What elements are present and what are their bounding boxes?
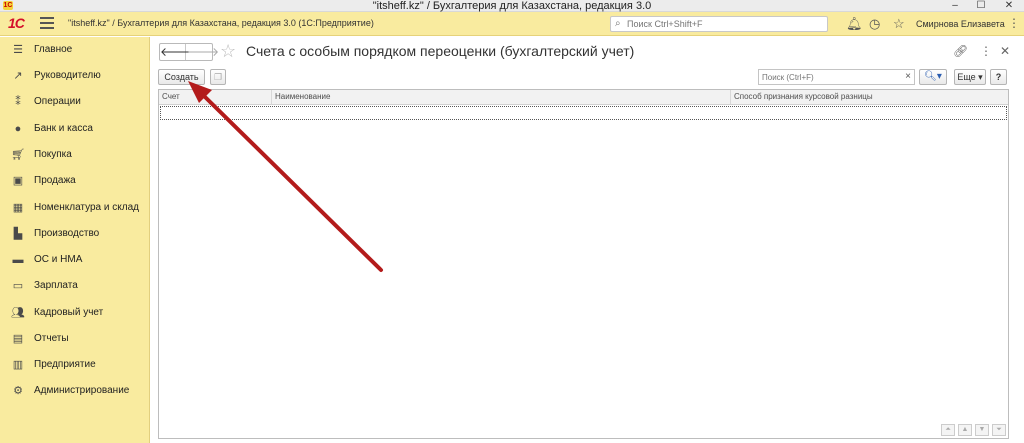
factory-icon: ▙ [13, 228, 23, 240]
sidebar-item-label: Зарплата [34, 280, 78, 291]
sidebar-item-label: Операции [34, 96, 81, 107]
sidebar-item-sales[interactable]: ▣ Продажа [0, 170, 150, 192]
report-icon: ▤ [12, 333, 24, 345]
sidebar-item-label: Главное [34, 44, 73, 55]
sidebar-item-operations[interactable]: ⁑ Операции [0, 91, 150, 113]
user-name[interactable]: Смирнова Елизавета [916, 19, 1005, 29]
global-search-input[interactable] [627, 18, 822, 30]
forward-button[interactable]: 🡒 [187, 44, 219, 60]
enterprise-icon: ▥ [12, 359, 24, 371]
close-window-button[interactable]: ✕ [996, 0, 1022, 11]
bank-icon: ● [14, 123, 22, 135]
logo-1c: 1С [8, 15, 25, 31]
cart-icon: 🛒︎ [11, 149, 25, 161]
warehouse-icon: ▦ [12, 202, 24, 214]
trend-icon: ↗ [13, 70, 23, 82]
form-more-icon[interactable]: ⋮ [980, 44, 992, 58]
form-window: 🡐 🡒 ☆ Счета с особым порядком переоценки… [150, 37, 1024, 443]
column-header-method[interactable]: Способ признания курсовой разницы [731, 90, 1007, 104]
table-header: Счет Наименование Способ признания курсо… [159, 90, 1008, 105]
accounts-table[interactable]: Счет Наименование Способ признания курсо… [158, 89, 1009, 439]
help-button[interactable]: ? [990, 69, 1007, 85]
app-caption: "itsheff.kz" / Бухгалтерия для Казахстан… [68, 18, 374, 28]
sidebar: ☰ Главное ↗ Руководителю ⁑ Операции ● Ба… [0, 37, 150, 443]
bag-icon: ▣ [12, 175, 24, 187]
sidebar-item-label: Отчеты [34, 333, 69, 344]
salary-icon: ▭ [12, 280, 24, 292]
scroll-controls: ⏶ ▲ ▼ ⏷ [938, 422, 1006, 436]
window-titlebar: 1С "itsheff.kz" / Бухгалтерия для Казахс… [0, 0, 1024, 12]
sidebar-item-admin[interactable]: ⚙ Администрирование [0, 380, 150, 402]
create-button[interactable]: Создать [158, 69, 205, 85]
sidebar-item-label: Покупка [34, 149, 72, 160]
nav-buttons: 🡐 🡒 [159, 43, 219, 61]
gear-icon: ⚙ [13, 385, 23, 397]
link-icon[interactable]: 🔗︎ [953, 44, 968, 58]
column-header-account[interactable]: Счет [159, 90, 271, 104]
find-button[interactable]: 🔍︎▾ [919, 69, 947, 85]
star-icon[interactable]: ☆ [893, 17, 905, 31]
sidebar-item-label: Банк и касса [34, 123, 93, 134]
clear-search-icon[interactable]: × [905, 71, 911, 82]
history-icon[interactable]: ◷ [869, 17, 880, 31]
window-title: "itsheff.kz" / Бухгалтерия для Казахстан… [372, 0, 652, 12]
sidebar-item-main[interactable]: ☰ Главное [0, 39, 150, 61]
sidebar-item-hr[interactable]: 👥︎ Кадровый учет [0, 302, 150, 324]
back-button[interactable]: 🡐 [160, 44, 192, 60]
list-search-input[interactable] [762, 71, 898, 83]
sidebar-item-label: Производство [34, 228, 100, 239]
menu-icon: ☰ [13, 44, 23, 56]
sidebar-item-manager[interactable]: ↗ Руководителю [0, 65, 150, 87]
truck-icon: ▬ [12, 254, 24, 266]
scroll-bottom-icon[interactable]: ⏷ [992, 424, 1006, 436]
maximize-button[interactable]: ☐ [968, 0, 994, 11]
column-header-name[interactable]: Наименование [272, 90, 730, 104]
sidebar-item-label: Номенклатура и склад [34, 202, 139, 213]
sidebar-item-purchase[interactable]: 🛒︎ Покупка [0, 144, 150, 166]
sidebar-item-enterprise[interactable]: ▥ Предприятие [0, 354, 150, 376]
sidebar-item-bank[interactable]: ● Банк и касса [0, 118, 150, 140]
sidebar-item-label: Руководителю [34, 70, 101, 81]
sidebar-item-label: Предприятие [34, 359, 96, 370]
sidebar-item-production[interactable]: ▙ Производство [0, 223, 150, 245]
sidebar-item-nomenclature[interactable]: ▦ Номенклатура и склад [0, 197, 150, 219]
main-menu-icon[interactable] [40, 17, 54, 29]
list-search[interactable]: × [758, 69, 915, 85]
sidebar-item-label: Администрирование [34, 385, 130, 396]
scroll-down-icon[interactable]: ▼ [975, 424, 989, 436]
operations-icon: ⁑ [15, 96, 21, 108]
search-icon: ⌕ [615, 18, 621, 29]
more-button[interactable]: Еще ▾ [954, 69, 986, 85]
minimize-button[interactable]: – [942, 0, 968, 11]
close-icon[interactable]: ✕ [1000, 44, 1010, 58]
page-title: Счета с особым порядком переоценки (бухг… [246, 43, 635, 59]
global-search[interactable]: ⌕ [610, 16, 828, 32]
more-icon[interactable]: ⋮ [1008, 16, 1020, 30]
favorite-star-icon[interactable]: ☆ [220, 42, 236, 60]
sidebar-item-label: Кадровый учет [34, 307, 104, 318]
copy-icon[interactable]: ❐ [210, 69, 226, 85]
top-panel: 1С "itsheff.kz" / Бухгалтерия для Казахс… [0, 12, 1024, 36]
people-icon: 👥︎ [11, 307, 25, 319]
sidebar-item-assets[interactable]: ▬ ОС и НМА [0, 249, 150, 271]
table-row-selected[interactable] [160, 106, 1007, 120]
bell-icon[interactable]: 🔔︎ [846, 17, 863, 31]
sidebar-item-reports[interactable]: ▤ Отчеты [0, 328, 150, 350]
scroll-up-icon[interactable]: ▲ [958, 424, 972, 436]
sidebar-item-label: Продажа [34, 175, 76, 186]
sidebar-item-label: ОС и НМА [34, 254, 83, 265]
scroll-top-icon[interactable]: ⏶ [941, 424, 955, 436]
sidebar-item-salary[interactable]: ▭ Зарплата [0, 275, 150, 297]
